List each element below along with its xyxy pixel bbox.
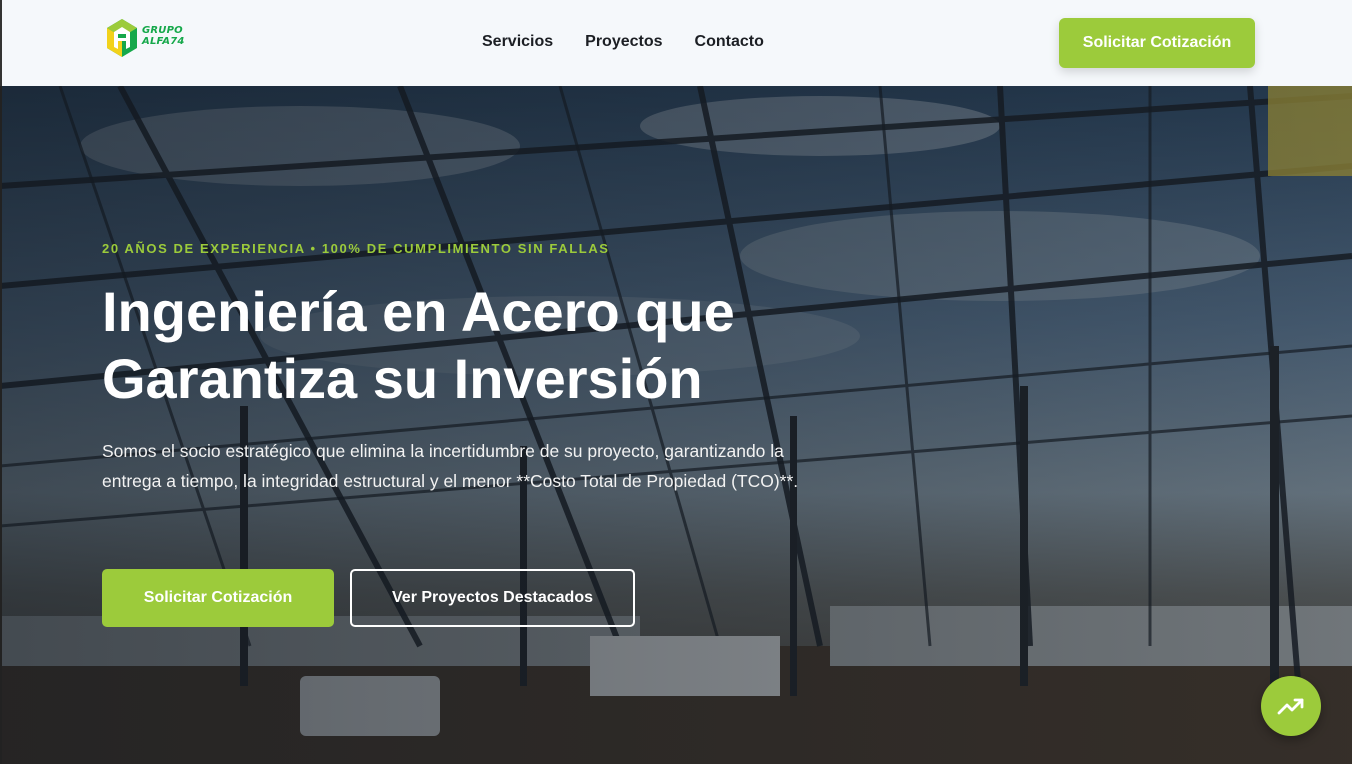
logo-icon [107, 19, 137, 57]
hero-section: 20 AÑOS DE EXPERIENCIA • 100% DE CUMPLIM… [0, 86, 1352, 764]
nav-link-contacto[interactable]: Contacto [695, 33, 764, 51]
hero-eyebrow: 20 AÑOS DE EXPERIENCIA • 100% DE CUMPLIM… [102, 241, 610, 256]
header-quote-button[interactable]: Solicitar Cotización [1059, 18, 1255, 68]
nav-link-proyectos[interactable]: Proyectos [585, 33, 662, 51]
hero-edge [0, 86, 2, 764]
hero-subtitle: Somos el socio estratégico que elimina l… [102, 441, 799, 491]
logo-line-2: ALFA74 [142, 36, 185, 47]
logo-line-1: GRUPO [142, 25, 183, 36]
trending-up-icon [1277, 698, 1304, 715]
logo-text: GRUPO ALFA74 [142, 25, 185, 47]
floating-action-button[interactable] [1261, 676, 1321, 736]
hero-overlay [0, 86, 1352, 764]
main-nav: Servicios Proyectos Contacto [482, 33, 764, 51]
site-header: GRUPO ALFA74 Servicios Proyectos Contact… [0, 0, 1352, 86]
featured-projects-button[interactable]: Ver Proyectos Destacados [350, 569, 635, 627]
page: GRUPO ALFA74 Servicios Proyectos Contact… [0, 0, 1352, 764]
grupo-alfa74-logo[interactable]: GRUPO ALFA74 [104, 17, 184, 59]
hero-title: Ingeniería en Acero que Garantiza su Inv… [102, 280, 735, 410]
nav-link-servicios[interactable]: Servicios [482, 33, 553, 51]
hero-quote-button[interactable]: Solicitar Cotización [102, 569, 334, 627]
